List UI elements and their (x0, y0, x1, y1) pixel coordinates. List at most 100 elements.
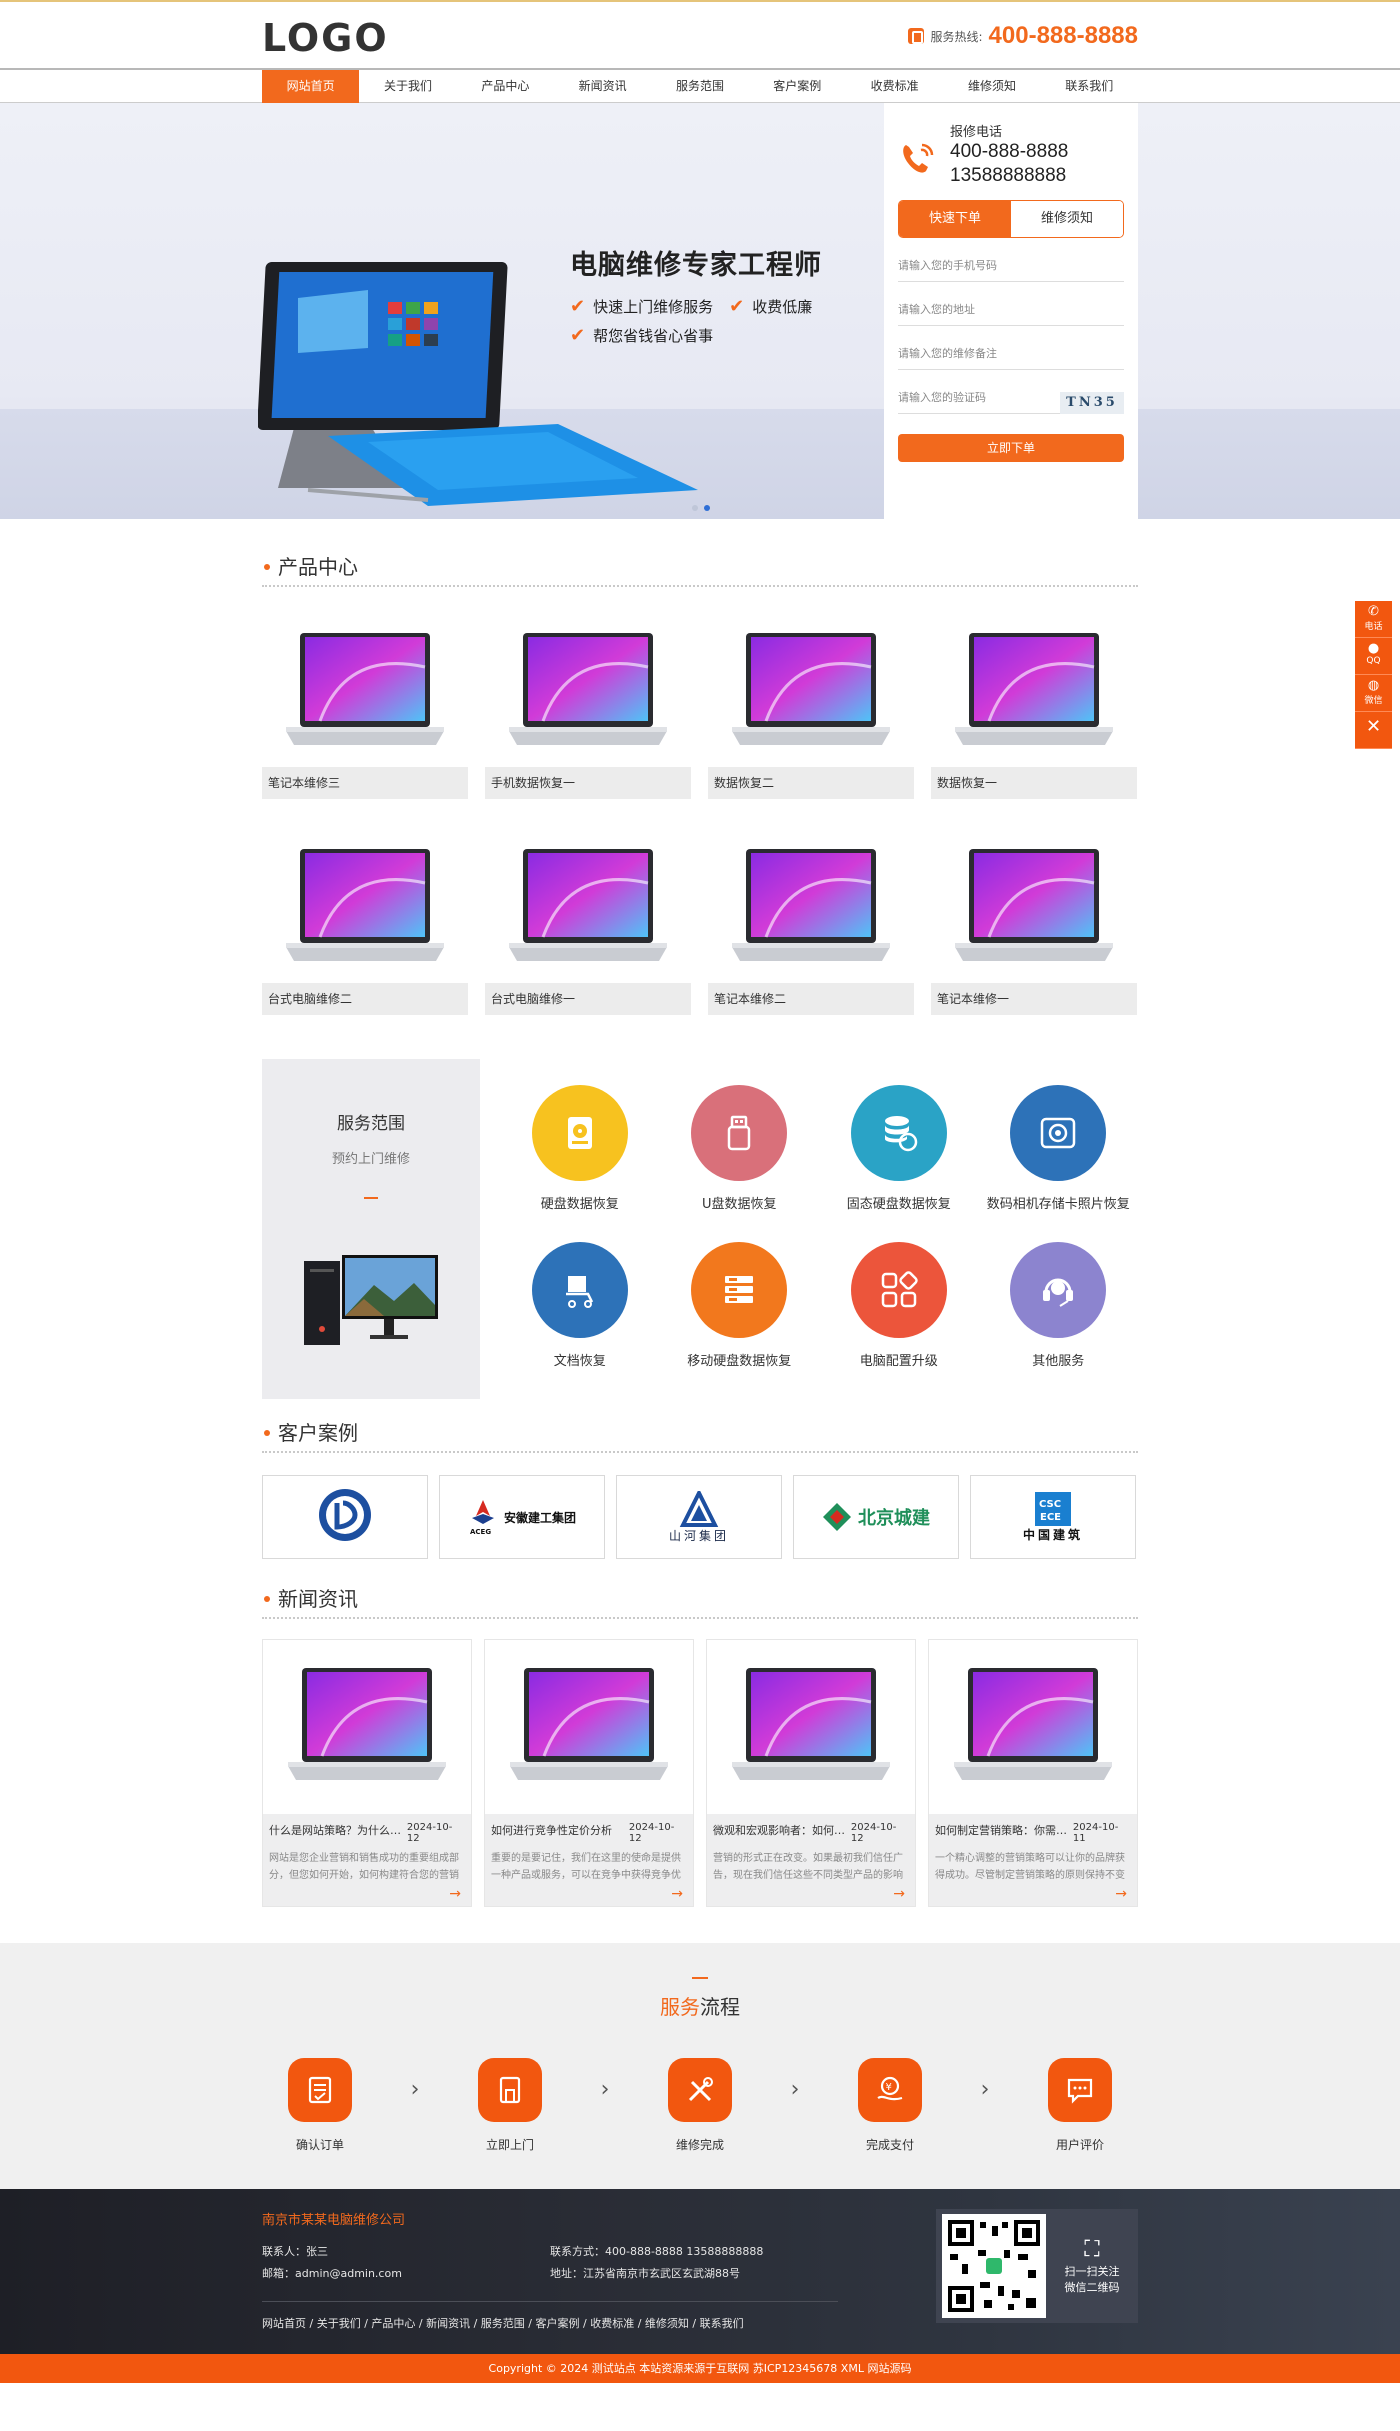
arrow-right-icon[interactable]: → (449, 1886, 461, 1902)
wechat-icon: ◍ (1367, 678, 1380, 693)
flow-step-label: 完成支付 (865, 2138, 914, 2152)
product-card[interactable]: 手机数据恢复一 (485, 617, 691, 799)
order-confirm-icon (288, 2058, 352, 2122)
section-title-products: 产品中心 (262, 547, 1138, 587)
service-item[interactable]: 固态硬盘数据恢复 (819, 1085, 979, 1237)
logo[interactable]: LOGO (262, 16, 389, 60)
laptop-image (262, 833, 468, 983)
nav-item-products[interactable]: 产品中心 (457, 70, 554, 103)
camera-icon (1010, 1085, 1107, 1181)
chevron-right-icon: › (790, 2077, 800, 2102)
document-cart-icon (531, 1242, 628, 1338)
news-title[interactable]: 如何进行竞争性定价分析 (491, 1822, 629, 1844)
product-card[interactable]: 台式电脑维修二 (262, 833, 468, 1015)
footer-links[interactable]: 网站首页 / 关于我们 / 产品中心 / 新闻资讯 / 服务范围 / 客户案例 … (262, 2315, 744, 2331)
quick-order-form: 报修电话 400-888-8888 13588888888 快速下单 维修须知 … (884, 103, 1138, 519)
side-close-button[interactable]: ✕ (1355, 712, 1392, 749)
side-contact-bar: ✆ 电话 ● QQ ◍ 微信 ✕ (1355, 601, 1392, 749)
case-logo[interactable]: ACEG 安徽建工集团 (439, 1475, 605, 1559)
side-phone-button[interactable]: ✆ 电话 (1355, 601, 1392, 638)
side-wechat-button[interactable]: ◍ 微信 (1355, 675, 1392, 712)
service-name: 电脑配置升级 (859, 1354, 938, 1369)
phone-icon: ✆ (1368, 604, 1379, 619)
submit-order-button[interactable]: 立即下单 (898, 434, 1124, 462)
case-logo[interactable]: 北京城建 (793, 1475, 959, 1559)
close-icon: ✕ (1365, 716, 1382, 737)
arrow-right-icon[interactable]: → (893, 1886, 905, 1902)
captcha-input[interactable]: 请输入您的验证码 TN35 (898, 370, 1124, 414)
product-caption: 笔记本维修二 (708, 983, 914, 1015)
service-item[interactable]: U盘数据恢复 (660, 1085, 820, 1237)
news-title[interactable]: 如何制定营销策略：你需要知道 (935, 1822, 1073, 1844)
nav-item-contact[interactable]: 联系我们 (1041, 70, 1138, 103)
check-icon: ✔ (729, 296, 745, 317)
shanhe-logo-icon (679, 1490, 719, 1527)
tab-quick-order[interactable]: 快速下单 (899, 201, 1011, 237)
product-card[interactable]: 笔记本维修三 (262, 617, 468, 799)
main-nav: 网站首页 关于我们 产品中心 新闻资讯 服务范围 客户案例 收费标准 维修须知 … (0, 68, 1400, 103)
flow-step: ¥ 完成支付 (840, 2058, 940, 2153)
service-item[interactable]: 其他服务 (979, 1242, 1139, 1394)
news-date: 2024-10-11 (1072, 1822, 1119, 1844)
news-card[interactable]: 什么是网站策略？为什么它很重要？2024-10-12 网站是您企业营销和销售成功的… (262, 1639, 472, 1907)
laptop-image (708, 617, 914, 767)
product-card[interactable]: 数据恢复一 (931, 617, 1137, 799)
product-card[interactable]: 笔记本维修二 (708, 833, 914, 1015)
news-card[interactable]: 微观和宏观影响者：如何选择 2024-10-12 营销的形式正在改变。如果最初我们信… (706, 1639, 916, 1907)
phone-ringing-icon (903, 143, 934, 173)
phone-input[interactable]: 请输入您的手机号码 (898, 238, 1124, 282)
nav-item-home[interactable]: 网站首页 (262, 70, 360, 103)
tools-icon (668, 2058, 732, 2122)
case-name: 北京城建 (858, 1508, 930, 1529)
captcha-placeholder: 请输入您的验证码 (898, 391, 986, 404)
nav-item-about[interactable]: 关于我们 (359, 70, 456, 103)
carousel-dots (692, 505, 710, 511)
case-logo[interactable] (262, 1475, 428, 1559)
nav-item-notice[interactable]: 维修须知 (943, 70, 1040, 103)
qr-code[interactable] (942, 2214, 1046, 2318)
hotline: 服务热线: 400-888-8888 (908, 22, 1138, 50)
service-item[interactable]: 硬盘数据恢复 (500, 1085, 660, 1237)
arrow-right-icon[interactable]: → (1115, 1886, 1127, 1902)
news-title[interactable]: 微观和宏观影响者：如何选择 (713, 1822, 851, 1844)
qr-text-1: 扫一扫关注 (1064, 2265, 1120, 2278)
nav-item-cases[interactable]: 客户案例 (749, 70, 846, 103)
news-card[interactable]: 如何进行竞争性定价分析 2024-10-12 重要的是要记住，我们在这里的使命是提供… (484, 1639, 694, 1907)
check-icon: ✔ (570, 325, 586, 346)
captcha-image[interactable]: TN35 (1060, 392, 1124, 414)
banner-feature: 帮您省钱省心省事 (593, 327, 714, 345)
product-grid: 笔记本维修三 手机数据恢复一 数据恢复二 数据恢复一 台式电脑维修二 台式电脑维… (262, 617, 1138, 1015)
carousel-dot-active[interactable] (704, 505, 710, 511)
address-input[interactable]: 请输入您的地址 (898, 282, 1124, 326)
service-item[interactable]: 数码相机存储卡照片恢复 (979, 1085, 1139, 1237)
order-phone-2: 13588888888 (950, 165, 1067, 186)
nav-item-news[interactable]: 新闻资讯 (554, 70, 651, 103)
product-card[interactable]: 数据恢复二 (708, 617, 914, 799)
case-logo[interactable]: CSC ECE 中国建筑 (970, 1475, 1136, 1559)
svg-text:CSC: CSC (1039, 1499, 1061, 1510)
service-name: 移动硬盘数据恢复 (687, 1354, 792, 1369)
service-flow: 服务流程 确认订单 › 立即上门 › 维修完成 › ¥ 完成支付 › 用户评价 (0, 1943, 1400, 2189)
service-item[interactable]: 文档恢复 (500, 1242, 660, 1394)
note-input[interactable]: 请输入您的维修备注 (898, 326, 1124, 370)
nav-item-services[interactable]: 服务范围 (651, 70, 748, 103)
laptop-image (708, 833, 914, 983)
case-logo[interactable]: 山河集团 (616, 1475, 782, 1559)
tab-repair-notice[interactable]: 维修须知 (1011, 201, 1123, 237)
product-card[interactable]: 台式电脑维修一 (485, 833, 691, 1015)
hard-disk-icon (531, 1085, 628, 1181)
side-qq-button[interactable]: ● QQ (1355, 638, 1392, 675)
service-item[interactable]: 移动硬盘数据恢复 (660, 1242, 820, 1394)
carousel-dot[interactable] (692, 505, 698, 511)
news-grid: 什么是网站策略？为什么它很重要？2024-10-12网站是您企业营销和销售成功的… (262, 1639, 1138, 1907)
news-title[interactable]: 什么是网站策略？为什么它很重要？ (269, 1822, 407, 1844)
order-phone-label: 报修电话 (950, 125, 1003, 140)
product-card[interactable]: 笔记本维修一 (931, 833, 1137, 1015)
news-card[interactable]: 如何制定营销策略：你需要知道2024-10-11 一个精心调整的营销策略可以让你的… (928, 1639, 1138, 1907)
case-name: 安徽建工集团 (503, 1510, 576, 1525)
product-caption: 笔记本维修三 (262, 767, 468, 799)
arrow-right-icon[interactable]: → (671, 1886, 683, 1902)
order-phone-1: 400-888-8888 (950, 141, 1069, 162)
service-item[interactable]: 电脑配置升级 (819, 1242, 979, 1394)
nav-item-pricing[interactable]: 收费标准 (846, 70, 943, 103)
